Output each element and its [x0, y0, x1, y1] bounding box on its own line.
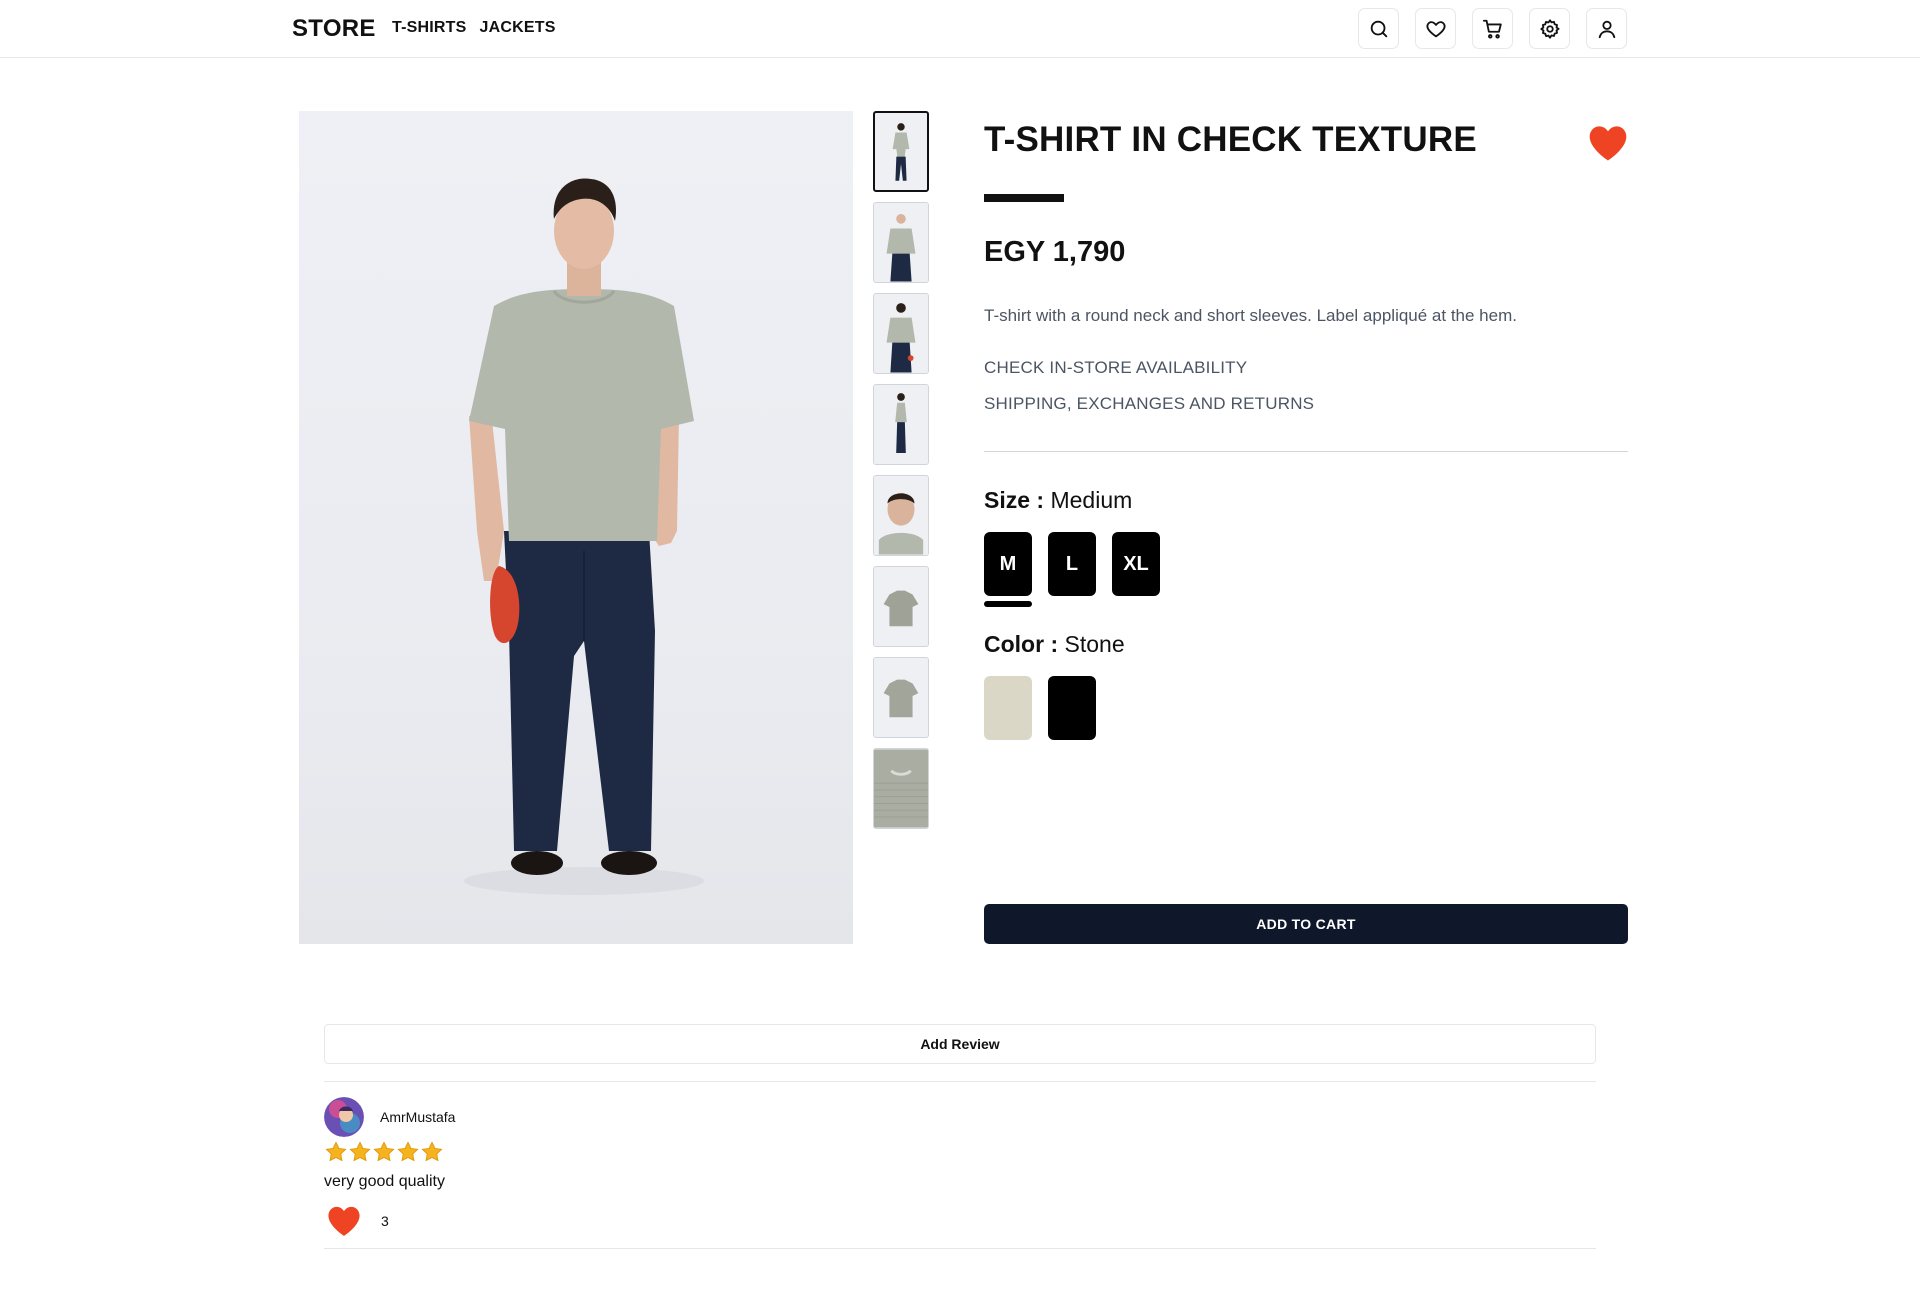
search-icon	[1370, 20, 1387, 37]
thumbnail-1[interactable]	[873, 111, 929, 192]
thumbnail-6[interactable]	[873, 566, 929, 647]
size-options: M L XL	[984, 532, 1160, 596]
gear-icon	[1539, 18, 1560, 39]
review-comment: very good quality	[324, 1173, 445, 1190]
selected-size: Medium	[1050, 487, 1133, 513]
size-label: Size : Medium	[984, 487, 1132, 514]
selected-size-indicator	[984, 601, 1032, 607]
cart-button[interactable]	[1472, 8, 1513, 49]
favorite-heart-icon[interactable]	[1588, 124, 1628, 162]
color-swatch-black[interactable]	[1048, 676, 1096, 740]
avatar	[324, 1097, 364, 1137]
brand-logo[interactable]: STORE	[292, 15, 376, 43]
search-button[interactable]	[1358, 8, 1399, 49]
section-divider	[984, 451, 1628, 452]
title-underline	[984, 194, 1064, 202]
color-swatch-stone[interactable]	[984, 676, 1032, 740]
product-main-image[interactable]	[299, 111, 853, 944]
star-icon	[397, 1141, 419, 1162]
model-photo	[464, 178, 704, 895]
size-label-key: Size :	[984, 487, 1045, 513]
color-options	[984, 676, 1096, 740]
account-button[interactable]	[1586, 8, 1627, 49]
review-username: AmrMustafa	[380, 1109, 456, 1125]
like-count: 3	[381, 1213, 389, 1229]
add-review-button[interactable]: Add Review	[324, 1024, 1596, 1064]
review-divider-bottom	[324, 1248, 1596, 1249]
cart-icon	[1482, 19, 1502, 39]
size-option-l[interactable]: L	[1048, 532, 1096, 596]
thumbnail-8[interactable]	[873, 748, 929, 829]
size-option-xl[interactable]: XL	[1112, 532, 1160, 596]
star-icon	[349, 1141, 371, 1162]
product-description: T-shirt with a round neck and short slee…	[984, 306, 1517, 325]
color-label: Color : Stone	[984, 631, 1125, 658]
add-to-cart-button[interactable]: ADD TO CART	[984, 904, 1628, 944]
shipping-returns-link[interactable]: SHIPPING, EXCHANGES AND RETURNS	[984, 394, 1314, 414]
product-title: T-SHIRT IN CHECK TEXTURE	[984, 120, 1477, 159]
main-nav: T-SHIRTS JACKETS	[392, 19, 556, 37]
product-price: EGY 1,790	[984, 236, 1126, 268]
review-rating	[324, 1140, 444, 1164]
size-option-m[interactable]: M	[984, 532, 1032, 596]
thumbnail-5[interactable]	[873, 475, 929, 556]
store-availability-link[interactable]: CHECK IN-STORE AVAILABILITY	[984, 358, 1247, 378]
star-icon	[373, 1141, 395, 1162]
selected-color: Stone	[1064, 631, 1125, 657]
star-icon	[421, 1141, 443, 1162]
thumbnail-2[interactable]	[873, 202, 929, 283]
thumbnail-4[interactable]	[873, 384, 929, 465]
star-icon	[325, 1141, 347, 1162]
nav-link-jackets[interactable]: JACKETS	[480, 19, 556, 37]
heart-icon	[1425, 20, 1446, 37]
top-navbar: STORE T-SHIRTS JACKETS	[0, 0, 1920, 58]
header-actions	[1358, 8, 1627, 49]
review-divider	[324, 1081, 1596, 1082]
wishlist-button[interactable]	[1415, 8, 1456, 49]
like-heart-icon[interactable]	[327, 1205, 361, 1237]
nav-link-tshirts[interactable]: T-SHIRTS	[392, 19, 467, 37]
thumbnail-3[interactable]	[873, 293, 929, 374]
settings-button[interactable]	[1529, 8, 1570, 49]
thumbnail-list	[873, 111, 929, 829]
thumbnail-7[interactable]	[873, 657, 929, 738]
user-icon	[1598, 20, 1615, 38]
color-label-key: Color :	[984, 631, 1059, 657]
